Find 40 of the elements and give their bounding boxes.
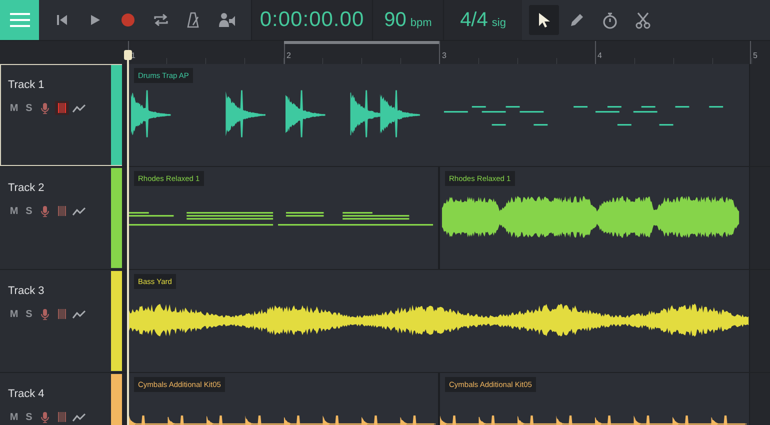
signature-unit: sig: [492, 16, 506, 28]
bar-number: 4: [598, 51, 602, 60]
signature-value: 4/4: [460, 8, 488, 32]
time-display: 0:00:00.00: [251, 0, 372, 40]
record-icon: [120, 13, 134, 27]
pencil-icon: [569, 12, 585, 28]
tempo-unit: bpm: [410, 16, 432, 28]
bar-number: 2: [286, 51, 291, 60]
person-speaker-icon: [218, 12, 236, 28]
track-header[interactable]: Track 1 M S: [0, 64, 122, 166]
mute-button[interactable]: M: [8, 204, 20, 218]
menu-icon: [10, 13, 30, 27]
tempo-value: 90: [384, 8, 406, 32]
play-icon: [88, 14, 100, 26]
pointer-tool[interactable]: [529, 5, 559, 35]
solo-button[interactable]: S: [23, 410, 35, 424]
microphone-button[interactable]: [38, 410, 52, 424]
track-name: Track 3: [8, 285, 46, 297]
track-name: Track 2: [8, 182, 46, 194]
pointer-icon: [538, 12, 550, 28]
metronome-icon: [186, 12, 200, 28]
scissors-icon: [635, 12, 651, 28]
microphone-button[interactable]: [38, 101, 52, 115]
track-name: Track 1: [8, 79, 46, 91]
solo-button[interactable]: S: [23, 204, 35, 218]
microphone-button[interactable]: [38, 307, 52, 321]
stopwatch-icon: [602, 12, 618, 28]
bar-number: 3: [442, 51, 446, 60]
mute-button[interactable]: M: [8, 101, 20, 115]
solo-button[interactable]: S: [23, 101, 35, 115]
bar-number: 1: [131, 51, 136, 60]
mute-button[interactable]: M: [8, 307, 20, 321]
track-name: Track 4: [8, 388, 46, 400]
piano-keys-button[interactable]: [55, 101, 69, 115]
bar-number: 5: [753, 51, 758, 60]
mute-button[interactable]: M: [8, 410, 20, 424]
solo-button[interactable]: S: [23, 307, 35, 321]
loop-icon: [152, 13, 168, 27]
skip-back-icon: [56, 14, 68, 26]
microphone-button[interactable]: [38, 204, 52, 218]
